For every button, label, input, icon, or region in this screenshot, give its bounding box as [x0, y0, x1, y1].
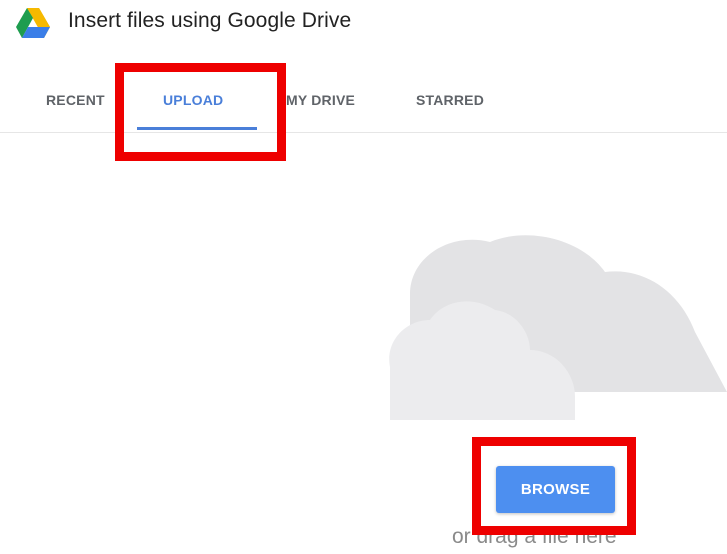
- cloud-icon: [389, 235, 727, 420]
- google-drive-icon: [16, 8, 50, 38]
- upload-tab-highlight: [115, 63, 286, 161]
- tabs-divider: [0, 132, 727, 133]
- tab-bar: RECENT UPLOAD MY DRIVE STARRED: [0, 60, 727, 132]
- browse-button-highlight: [472, 437, 636, 535]
- tab-starred[interactable]: STARRED: [416, 92, 484, 108]
- tab-recent[interactable]: RECENT: [46, 92, 105, 108]
- tab-my-drive[interactable]: MY DRIVE: [286, 92, 355, 108]
- drive-picker-dialog: Insert files using Google Drive RECENT U…: [0, 0, 727, 554]
- dialog-title: Insert files using Google Drive: [68, 9, 352, 32]
